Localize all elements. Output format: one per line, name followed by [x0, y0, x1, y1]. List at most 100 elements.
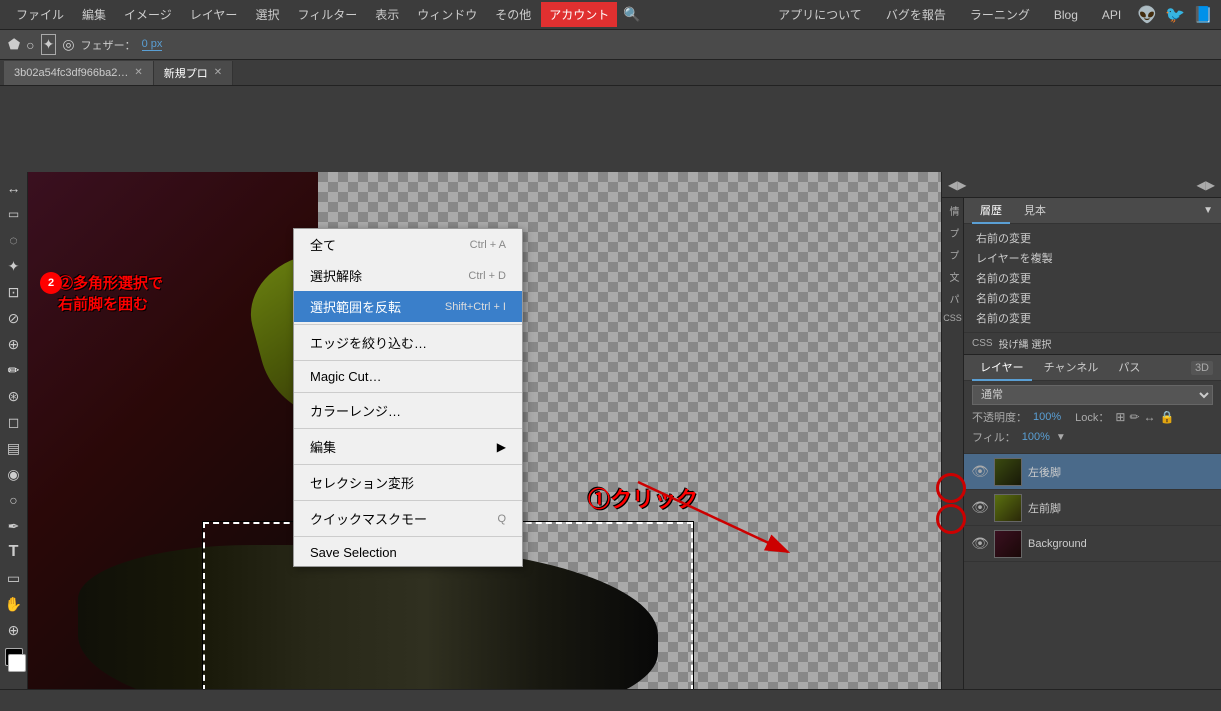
tab-2[interactable]: 新規プロ ✕	[154, 61, 233, 85]
lock-brush-icon[interactable]: ✏	[1129, 410, 1139, 424]
menu-invert-selection[interactable]: 選択範囲を反転 Shift+Ctrl + I	[294, 291, 522, 322]
menu-save-selection[interactable]: Save Selection	[294, 539, 522, 566]
menu-transform-label: セレクション変形	[310, 473, 414, 492]
sep4	[294, 428, 522, 429]
history-item-3[interactable]: 名前の変更	[972, 288, 1213, 308]
menu-select-all[interactable]: 全て Ctrl + A	[294, 229, 522, 260]
tab-channels[interactable]: チャンネル	[1036, 355, 1107, 381]
lock-label: Lock：	[1075, 409, 1109, 425]
badge-3d[interactable]: 3D	[1191, 361, 1213, 375]
menu-account[interactable]: アカウント	[541, 2, 617, 27]
color-bg[interactable]	[8, 654, 26, 672]
side-label-prop2[interactable]: プ	[945, 244, 960, 266]
tab-1-close[interactable]: ✕	[134, 67, 142, 78]
text-tool[interactable]: T	[2, 540, 26, 564]
heal-tool[interactable]: ⊕	[2, 332, 26, 356]
history-item-2[interactable]: 名前の変更	[972, 268, 1213, 288]
menu-file[interactable]: ファイル	[8, 2, 72, 27]
layer-thumb-checker-2	[995, 531, 1021, 557]
menu-image[interactable]: イメージ	[116, 2, 180, 27]
menu-select[interactable]: 選択	[247, 2, 287, 27]
expand-left-icon[interactable]: ◀▶	[948, 178, 966, 192]
magic-wand-tool[interactable]: ✦	[2, 254, 26, 278]
fill-value[interactable]: 100%	[1022, 431, 1050, 443]
tab-1[interactable]: 3b02a54fc3df966ba2… ✕	[4, 61, 154, 85]
menu-transform-selection[interactable]: セレクション変形	[294, 467, 522, 498]
blur-tool[interactable]: ◉	[2, 462, 26, 486]
layer-eye-1[interactable]: 👁	[972, 500, 988, 516]
menu-magic-cut[interactable]: Magic Cut…	[294, 363, 522, 390]
menu-bug[interactable]: バグを報告	[878, 2, 954, 27]
menu-window[interactable]: ウィンドウ	[409, 2, 485, 27]
side-label-para[interactable]: パ	[945, 288, 960, 310]
reddit-icon[interactable]: 👽	[1137, 5, 1157, 25]
css-value[interactable]: 投げ縄 選択	[999, 336, 1052, 351]
menu-right-area: アプリについて バグを報告 ラーニング Blog API 👽 🐦 📘	[770, 2, 1213, 27]
crop-tool[interactable]: ⊡	[2, 280, 26, 304]
toolbar: ⬟ ○ ✦ ◎ フェザー： 0 px	[0, 30, 1221, 60]
dodge-tool[interactable]: ○	[2, 488, 26, 512]
menu-color-range[interactable]: カラーレンジ…	[294, 395, 522, 426]
lock-transparent-icon[interactable]: ⊞	[1115, 410, 1125, 424]
menu-view[interactable]: 表示	[367, 2, 407, 27]
menu-quickmask-label: クイックマスクモー	[310, 509, 427, 528]
zoom-tool[interactable]: ⊕	[2, 618, 26, 642]
brush-tool[interactable]: ✏	[2, 358, 26, 382]
menu-api[interactable]: API	[1094, 4, 1129, 26]
layer-item-1[interactable]: 👁 左前脚	[964, 490, 1221, 526]
history-item-1[interactable]: レイヤーを複製	[972, 248, 1213, 268]
menu-about[interactable]: アプリについて	[770, 2, 870, 27]
menu-blog[interactable]: Blog	[1046, 4, 1086, 26]
facebook-icon[interactable]: 📘	[1193, 5, 1213, 25]
selection-rect-tool[interactable]: ▭	[2, 202, 26, 226]
clone-tool[interactable]: ⊛	[2, 384, 26, 408]
gradient-tool[interactable]: ▤	[2, 436, 26, 460]
menu-edit[interactable]: 編集	[74, 2, 114, 27]
tab-bar: 3b02a54fc3df966ba2… ✕ 新規プロ ✕	[0, 60, 1221, 86]
twitter-icon[interactable]: 🐦	[1165, 5, 1185, 25]
search-icon[interactable]: 🔍	[623, 6, 640, 23]
feather-value[interactable]: 0 px	[142, 38, 163, 51]
lock-move-icon[interactable]: ↔	[1144, 410, 1156, 424]
lasso-tool[interactable]: ◌	[2, 228, 26, 252]
menu-filter[interactable]: フィルター	[289, 2, 365, 27]
layer-name-2: Background	[1028, 538, 1213, 550]
blend-mode-select[interactable]: 通常	[972, 385, 1213, 405]
menu-other[interactable]: その他	[487, 2, 539, 27]
pen-tool[interactable]: ✒	[2, 514, 26, 538]
expand-right-icon[interactable]: ◀▶	[1197, 178, 1215, 192]
menu-learning[interactable]: ラーニング	[962, 2, 1038, 27]
panel-collapse-btn[interactable]: ▼	[1203, 205, 1213, 216]
layer-item-0[interactable]: 👁 左後脚	[964, 454, 1221, 490]
hand-tool[interactable]: ✋	[2, 592, 26, 616]
tab-sample[interactable]: 見本	[1016, 198, 1054, 224]
eyedropper-tool[interactable]: ⊘	[2, 306, 26, 330]
menu-edit-submenu[interactable]: 編集 ▶	[294, 431, 522, 462]
side-label-info[interactable]: 情	[945, 200, 960, 222]
tab-history[interactable]: 層歴	[972, 198, 1010, 224]
layer-item-2[interactable]: 👁 Background	[964, 526, 1221, 562]
shape-tool[interactable]: ▭	[2, 566, 26, 590]
side-label-text[interactable]: 文	[945, 266, 960, 288]
menu-refine-edge[interactable]: エッジを絞り込む…	[294, 327, 522, 358]
layers-panel: レイヤー チャンネル パス 3D 通常	[964, 355, 1221, 711]
side-label-prop[interactable]: プ	[945, 222, 960, 244]
menu-layer[interactable]: レイヤー	[182, 2, 246, 27]
fill-dropdown-icon[interactable]: ▼	[1056, 432, 1066, 443]
history-item-0[interactable]: 右前の変更	[972, 228, 1213, 248]
status-bar	[0, 689, 1221, 711]
menu-quickmask[interactable]: クイックマスクモー Q	[294, 503, 522, 534]
history-item-4[interactable]: 名前の変更	[972, 308, 1213, 328]
layer-thumb-checker-1	[995, 495, 1021, 521]
eraser-tool[interactable]: ◻	[2, 410, 26, 434]
canvas-area[interactable]: ②多角形選択で 右前脚を囲む ③クリック 2 3 ①クリック	[28, 172, 941, 711]
tab-2-close[interactable]: ✕	[214, 67, 222, 78]
menu-deselect[interactable]: 選択解除 Ctrl + D	[294, 260, 522, 291]
lock-all-icon[interactable]: 🔒	[1160, 410, 1175, 424]
move-tool[interactable]: ↔	[2, 176, 26, 200]
opacity-value[interactable]: 100%	[1033, 411, 1061, 423]
layer-eye-2[interactable]: 👁	[972, 536, 988, 552]
tab-paths[interactable]: パス	[1110, 355, 1148, 381]
tab-layers[interactable]: レイヤー	[972, 355, 1032, 381]
layer-eye-0[interactable]: 👁	[972, 464, 988, 480]
